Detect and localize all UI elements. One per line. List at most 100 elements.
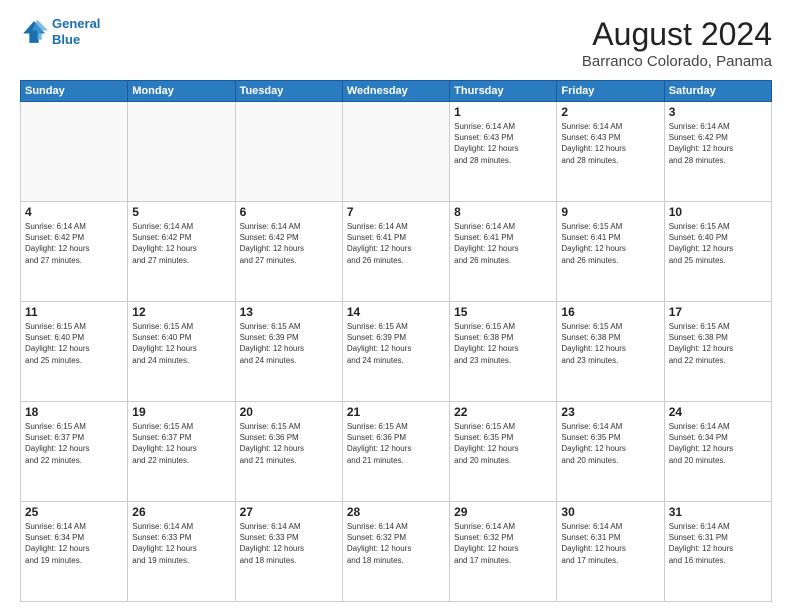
day-cell [235, 102, 342, 202]
day-info: Sunrise: 6:15 AM Sunset: 6:36 PM Dayligh… [347, 421, 445, 466]
day-number: 9 [561, 205, 659, 219]
day-info: Sunrise: 6:15 AM Sunset: 6:39 PM Dayligh… [347, 321, 445, 366]
day-cell: 18 Sunrise: 6:15 AM Sunset: 6:37 PM Dayli… [21, 402, 128, 502]
day-info: Sunrise: 6:14 AM Sunset: 6:32 PM Dayligh… [347, 521, 445, 566]
day-info: Sunrise: 6:15 AM Sunset: 6:40 PM Dayligh… [25, 321, 123, 366]
day-number: 4 [25, 205, 123, 219]
calendar-table: SundayMondayTuesdayWednesdayThursdayFrid… [20, 80, 772, 602]
day-header-sunday: Sunday [21, 81, 128, 102]
calendar-title: August 2024 [582, 16, 772, 53]
day-info: Sunrise: 6:15 AM Sunset: 6:38 PM Dayligh… [669, 321, 767, 366]
day-info: Sunrise: 6:14 AM Sunset: 6:31 PM Dayligh… [561, 521, 659, 566]
day-cell: 7 Sunrise: 6:14 AM Sunset: 6:41 PM Daylig… [342, 202, 449, 302]
day-header-thursday: Thursday [450, 81, 557, 102]
day-number: 29 [454, 505, 552, 519]
day-info: Sunrise: 6:15 AM Sunset: 6:37 PM Dayligh… [25, 421, 123, 466]
day-info: Sunrise: 6:15 AM Sunset: 6:37 PM Dayligh… [132, 421, 230, 466]
logo-icon [20, 18, 48, 46]
day-info: Sunrise: 6:15 AM Sunset: 6:38 PM Dayligh… [561, 321, 659, 366]
day-cell: 3Sunrise: 6:14 AM Sunset: 6:42 PM Daylig… [664, 102, 771, 202]
day-cell [342, 102, 449, 202]
day-cell: 25 Sunrise: 6:14 AM Sunset: 6:34 PM Dayli… [21, 502, 128, 602]
day-number: 7 [347, 205, 445, 219]
day-cell: 21Sunrise: 6:15 AM Sunset: 6:36 PM Dayli… [342, 402, 449, 502]
day-number: 16 [561, 305, 659, 319]
day-info: Sunrise: 6:15 AM Sunset: 6:35 PM Dayligh… [454, 421, 552, 466]
logo: General Blue [20, 16, 100, 47]
day-info: Sunrise: 6:14 AM Sunset: 6:42 PM Dayligh… [132, 221, 230, 266]
header: General Blue August 2024 Barranco Colora… [20, 16, 772, 70]
day-cell: 23 Sunrise: 6:14 AM Sunset: 6:35 PM Dayli… [557, 402, 664, 502]
week-row-1: 4 Sunrise: 6:14 AM Sunset: 6:42 PM Daylig… [21, 202, 772, 302]
day-cell: 27 Sunrise: 6:14 AM Sunset: 6:33 PM Dayli… [235, 502, 342, 602]
day-info: Sunrise: 6:15 AM Sunset: 6:41 PM Dayligh… [561, 221, 659, 266]
day-cell: 11Sunrise: 6:15 AM Sunset: 6:40 PM Dayli… [21, 302, 128, 402]
day-number: 2 [561, 105, 659, 119]
calendar-subtitle: Barranco Colorado, Panama [582, 53, 772, 70]
week-row-4: 25 Sunrise: 6:14 AM Sunset: 6:34 PM Dayli… [21, 502, 772, 602]
day-number: 28 [347, 505, 445, 519]
day-number: 18 [25, 405, 123, 419]
day-info: Sunrise: 6:15 AM Sunset: 6:39 PM Dayligh… [240, 321, 338, 366]
day-info: Sunrise: 6:14 AM Sunset: 6:43 PM Dayligh… [454, 121, 552, 166]
day-cell: 4 Sunrise: 6:14 AM Sunset: 6:42 PM Daylig… [21, 202, 128, 302]
day-cell: 10 Sunrise: 6:15 AM Sunset: 6:40 PM Dayli… [664, 202, 771, 302]
day-cell: 8Sunrise: 6:14 AM Sunset: 6:41 PM Daylig… [450, 202, 557, 302]
day-number: 3 [669, 105, 767, 119]
day-number: 10 [669, 205, 767, 219]
day-info: Sunrise: 6:14 AM Sunset: 6:42 PM Dayligh… [25, 221, 123, 266]
day-cell [128, 102, 235, 202]
day-number: 8 [454, 205, 552, 219]
day-cell: 30 Sunrise: 6:14 AM Sunset: 6:31 PM Dayli… [557, 502, 664, 602]
day-number: 19 [132, 405, 230, 419]
day-cell: 16 Sunrise: 6:15 AM Sunset: 6:38 PM Dayli… [557, 302, 664, 402]
week-row-0: 1 Sunrise: 6:14 AM Sunset: 6:43 PM Daylig… [21, 102, 772, 202]
day-number: 24 [669, 405, 767, 419]
day-info: Sunrise: 6:14 AM Sunset: 6:33 PM Dayligh… [132, 521, 230, 566]
day-cell: 1 Sunrise: 6:14 AM Sunset: 6:43 PM Daylig… [450, 102, 557, 202]
day-number: 31 [669, 505, 767, 519]
day-info: Sunrise: 6:15 AM Sunset: 6:36 PM Dayligh… [240, 421, 338, 466]
day-number: 26 [132, 505, 230, 519]
day-header-saturday: Saturday [664, 81, 771, 102]
day-number: 13 [240, 305, 338, 319]
day-cell: 6Sunrise: 6:14 AM Sunset: 6:42 PM Daylig… [235, 202, 342, 302]
title-block: August 2024 Barranco Colorado, Panama [582, 16, 772, 70]
day-cell: 19 Sunrise: 6:15 AM Sunset: 6:37 PM Dayli… [128, 402, 235, 502]
day-cell: 5 Sunrise: 6:14 AM Sunset: 6:42 PM Daylig… [128, 202, 235, 302]
day-cell: 20 Sunrise: 6:15 AM Sunset: 6:36 PM Dayli… [235, 402, 342, 502]
day-cell: 15Sunrise: 6:15 AM Sunset: 6:38 PM Dayli… [450, 302, 557, 402]
day-cell: 17 Sunrise: 6:15 AM Sunset: 6:38 PM Dayli… [664, 302, 771, 402]
day-cell: 12Sunrise: 6:15 AM Sunset: 6:40 PM Dayli… [128, 302, 235, 402]
day-number: 15 [454, 305, 552, 319]
day-cell [21, 102, 128, 202]
day-info: Sunrise: 6:14 AM Sunset: 6:42 PM Dayligh… [240, 221, 338, 266]
day-number: 20 [240, 405, 338, 419]
week-row-3: 18 Sunrise: 6:15 AM Sunset: 6:37 PM Dayli… [21, 402, 772, 502]
day-number: 1 [454, 105, 552, 119]
day-number: 22 [454, 405, 552, 419]
logo-line1: General [52, 16, 100, 31]
day-info: Sunrise: 6:14 AM Sunset: 6:31 PM Dayligh… [669, 521, 767, 566]
day-number: 27 [240, 505, 338, 519]
day-cell: 29Sunrise: 6:14 AM Sunset: 6:32 PM Dayli… [450, 502, 557, 602]
day-info: Sunrise: 6:14 AM Sunset: 6:34 PM Dayligh… [25, 521, 123, 566]
day-number: 5 [132, 205, 230, 219]
day-info: Sunrise: 6:14 AM Sunset: 6:41 PM Dayligh… [347, 221, 445, 266]
day-cell: 26 Sunrise: 6:14 AM Sunset: 6:33 PM Dayli… [128, 502, 235, 602]
day-number: 17 [669, 305, 767, 319]
day-number: 25 [25, 505, 123, 519]
day-number: 12 [132, 305, 230, 319]
day-info: Sunrise: 6:15 AM Sunset: 6:40 PM Dayligh… [669, 221, 767, 266]
day-cell: 2 Sunrise: 6:14 AM Sunset: 6:43 PM Daylig… [557, 102, 664, 202]
day-info: Sunrise: 6:14 AM Sunset: 6:33 PM Dayligh… [240, 521, 338, 566]
day-cell: 24Sunrise: 6:14 AM Sunset: 6:34 PM Dayli… [664, 402, 771, 502]
page: General Blue August 2024 Barranco Colora… [0, 0, 792, 612]
week-row-2: 11Sunrise: 6:15 AM Sunset: 6:40 PM Dayli… [21, 302, 772, 402]
day-cell: 22 Sunrise: 6:15 AM Sunset: 6:35 PM Dayli… [450, 402, 557, 502]
day-info: Sunrise: 6:14 AM Sunset: 6:43 PM Dayligh… [561, 121, 659, 166]
day-number: 30 [561, 505, 659, 519]
day-cell: 28 Sunrise: 6:14 AM Sunset: 6:32 PM Dayli… [342, 502, 449, 602]
day-number: 23 [561, 405, 659, 419]
day-info: Sunrise: 6:14 AM Sunset: 6:35 PM Dayligh… [561, 421, 659, 466]
